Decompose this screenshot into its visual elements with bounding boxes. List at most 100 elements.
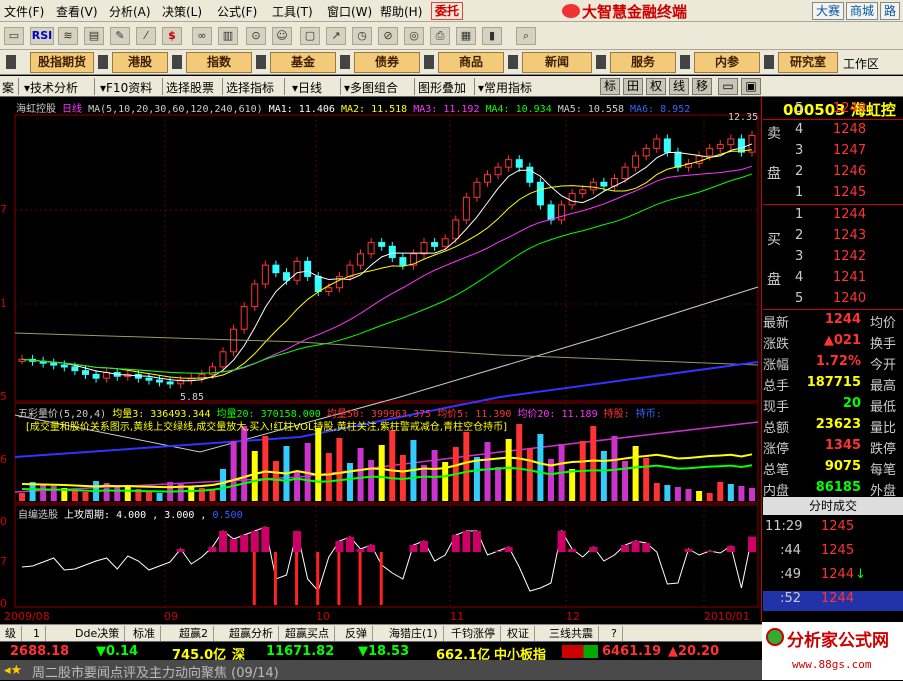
alarm-icon[interactable]: ◷ [352,27,372,45]
buy-level-row[interactable]: 3 1242 [763,249,903,269]
mall-button[interactable]: 商城 [846,2,879,20]
indicator-tab[interactable]: ? [606,626,623,641]
indicator-tab[interactable]: 权证 [502,626,535,641]
minimize-icon[interactable]: ▭ [718,78,738,95]
buy-level-row[interactable]: 1 1244 [763,207,903,227]
indicator-tab[interactable]: 海猎庄(1) [384,626,444,641]
nav-research[interactable]: 研究室 [778,52,838,73]
stat-right-key: 跌停 [870,442,897,457]
indicator-tab[interactable]: 1 [28,626,46,641]
glasses-icon[interactable]: ∞ [192,27,212,45]
candle-body [441,238,449,247]
sell-level-row[interactable]: 2 1246 [763,164,903,184]
search-icon[interactable]: ⌕ [516,27,536,45]
binoculars-icon[interactable]: ⊙ [246,27,266,45]
sub-select-stock[interactable]: 选择股票 [166,79,214,96]
road-button[interactable]: 路 [880,2,901,20]
window-icon[interactable]: ▢ [300,27,320,45]
table-icon[interactable]: ▦ [456,27,476,45]
nav-bond[interactable]: 债券 [354,52,420,73]
ma-line-20 [21,165,753,374]
workarea-label[interactable]: 工作区 [843,55,879,72]
books-icon[interactable]: ▮ [482,27,502,45]
buy-level-row[interactable]: 5 1240 [763,291,903,311]
restore-icon[interactable]: ▣ [741,78,761,95]
chart-area[interactable]: 海虹控股 日线 MA(5,10,20,30,60,120,240,610) MA… [0,97,762,623]
nav-fund[interactable]: 基金 [270,52,336,73]
nav-hk-stocks[interactable]: 港股 [112,52,168,73]
mode-rights[interactable]: 权 [646,78,666,95]
chart-icon[interactable]: ≋ [58,27,78,45]
ruler-icon[interactable]: ⁄ [136,27,156,45]
monitor-icon[interactable]: ▭ [4,27,24,45]
level-num: 4 [795,270,804,285]
menu-item-7[interactable]: 帮助(H) [380,3,422,20]
sub-select-indicator[interactable]: 选择指标 [226,79,274,96]
nav-news[interactable]: 新闻 [522,52,592,73]
candle-body [50,362,58,366]
nav-index[interactable]: 指数 [186,52,252,73]
indicator-tab[interactable]: 级 [0,626,22,641]
sell-level-row[interactable]: 1 1245 [763,185,903,205]
menu-item-3[interactable]: 决策(L) [162,3,202,20]
volume-bar [643,458,650,501]
buy-level-row[interactable]: 2 1243 [763,228,903,248]
nav-commodity[interactable]: 商品 [438,52,504,73]
news-headline[interactable]: 周二股市要闻点评及主力动向聚焦 (09/14) [32,662,279,681]
menu-item-0[interactable]: 文件(F) [4,3,44,20]
sell-level-row[interactable]: 3 1247 [763,143,903,163]
nav-service[interactable]: 服务 [610,52,676,73]
trend-icon[interactable]: ↗ [326,27,346,45]
menu-item-1[interactable]: 查看(V) [56,3,98,20]
indicator-tab[interactable]: 超赢2 [174,626,214,641]
sub-case[interactable]: 案 [2,79,14,96]
kline-chart[interactable] [0,97,762,622]
mode-grid[interactable]: 田 [623,78,643,95]
buy-level-row[interactable]: 4 1241 [763,270,903,290]
sub-tech-analysis[interactable]: ▾技术分析 [24,79,78,96]
indicator-tab[interactable]: 标准 [128,626,161,641]
mode-line[interactable]: 线 [669,78,689,95]
print-icon[interactable]: ⎙ [430,27,450,45]
candle-body [653,138,661,149]
mode-move[interactable]: 移 [692,78,712,95]
mode-mark[interactable]: 标 [600,78,620,95]
indicator-tab[interactable]: 反弹 [340,626,373,641]
menu-item-2[interactable]: 分析(A) [109,3,151,20]
sub-common-indicators[interactable]: ▾常用指标 [478,79,532,96]
trade-detail-header[interactable]: 分时成交 [763,497,903,515]
people-icon[interactable]: ☺ [272,27,292,45]
menu-item-5[interactable]: 工具(T) [272,3,313,20]
sell-level-row[interactable]: 5 1249 [763,101,903,121]
dollar-button[interactable]: $ [162,27,182,45]
sub-multi-chart[interactable]: ▾多图组合 [344,79,398,96]
entrust-button[interactable]: 委托 [431,2,464,20]
candle-body [272,264,280,274]
sub-overlay[interactable]: 图形叠加 [418,79,466,96]
nav-insider[interactable]: 内参 [694,52,760,73]
menu-item-4[interactable]: 公式(F) [217,3,257,20]
menu-item-6[interactable]: 窗口(W) [327,3,372,20]
indicator-tab[interactable]: Dde决策 [70,626,126,641]
indicator-tab[interactable]: 三线共震 [544,626,599,641]
grid-icon[interactable]: ▤ [84,27,104,45]
stop-icon[interactable]: ⊘ [378,27,398,45]
news-ticker[interactable]: ◂★ 周二股市要闻点评及主力动向聚焦 (09/14) [0,660,762,681]
sub-f10[interactable]: ▾F10资料 [100,79,152,96]
ma3-value: MA3: 11.192 [413,104,480,115]
indicator-tab[interactable]: 超赢分析 [224,626,279,641]
sub-daily[interactable]: ▾日线 [292,79,322,96]
rsi-button[interactable]: RSI [30,27,54,45]
bar-chart-icon[interactable]: ▥ [218,27,238,45]
ring-icon[interactable]: ◎ [404,27,424,45]
contest-button[interactable]: 大赛 [812,2,845,20]
nav-index-futures[interactable]: 股指期货 [30,52,94,73]
stat-row: 涨跌 ▲021 换手 [763,333,903,353]
trade-row: :44 1245 [763,543,903,563]
ma2-value: MA2: 11.518 [340,104,408,115]
left-arrow-icon[interactable] [6,55,16,69]
indicator-tab[interactable]: 千钧涨停 [446,626,501,641]
brush-icon[interactable]: ✎ [110,27,130,45]
sell-level-row[interactable]: 4 1248 [763,122,903,142]
indicator-tab[interactable]: 超赢买点 [280,626,335,641]
